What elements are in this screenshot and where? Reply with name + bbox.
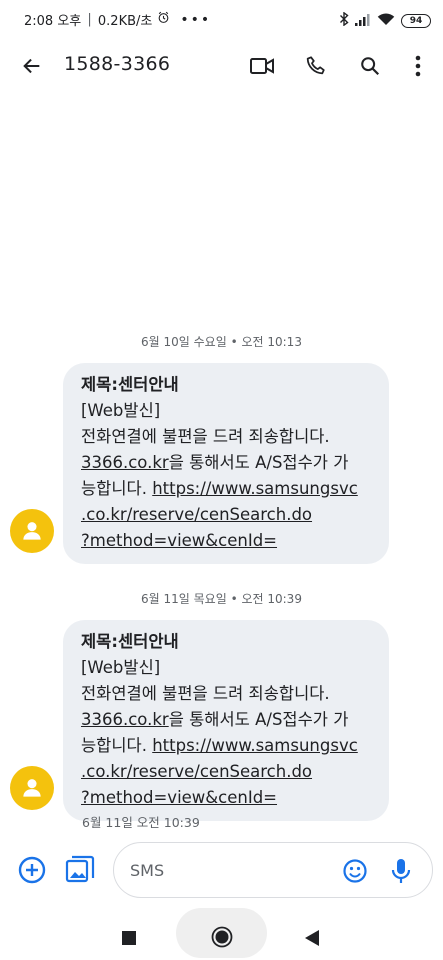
status-right: 94	[339, 11, 431, 30]
message-link[interactable]: .co.kr/reserve/cenSearch.do	[81, 759, 371, 785]
message-input-placeholder: SMS	[130, 861, 165, 880]
system-nav-bar	[0, 905, 443, 960]
message-bubble[interactable]: 제목:센터안내 [Web발신] 전화연결에 불편을 드려 죄송합니다. 3366…	[63, 620, 389, 821]
contact-avatar[interactable]	[10, 766, 54, 810]
message-text: 능합니다.	[81, 736, 153, 755]
compose-bar: SMS	[0, 840, 443, 900]
emoji-icon[interactable]	[339, 855, 371, 887]
message-link[interactable]: ?method=view&cenId=	[81, 528, 371, 554]
message-link[interactable]: ?method=view&cenId=	[81, 785, 371, 811]
message-subject: 제목:센터안내	[81, 632, 179, 651]
recents-button-icon[interactable]	[116, 925, 142, 951]
status-data-speed: 0.2KB/초	[97, 14, 153, 29]
message-link[interactable]: 3366.co.kr	[81, 453, 169, 472]
message-line: [Web발신]	[81, 401, 161, 420]
signal-icon	[355, 11, 371, 30]
alarm-icon	[157, 11, 170, 28]
status-bar: 2:08 오후 | 0.2KB/초 ••• 94	[0, 0, 443, 40]
battery-icon: 94	[401, 13, 431, 28]
contact-title: 1588-3366	[64, 53, 171, 75]
microphone-icon[interactable]	[385, 855, 417, 887]
message-line: [Web발신]	[81, 658, 161, 677]
more-vert-icon[interactable]	[403, 51, 433, 81]
message-subject: 제목:센터안내	[81, 375, 179, 394]
message-link[interactable]: .co.kr/reserve/cenSearch.do	[81, 502, 371, 528]
date-separator: 6월 10일 수요일 • 오전 10:13	[141, 335, 302, 349]
status-divider: |	[83, 12, 96, 27]
back-button-icon[interactable]	[299, 925, 325, 951]
home-button-icon[interactable]	[207, 922, 237, 952]
message-input[interactable]: SMS	[113, 842, 433, 898]
message-line: 전화연결에 불편을 드려 죄송합니다.	[81, 684, 330, 703]
message-line: 3366.co.kr을 통해서도 A/S접수가 가	[81, 707, 371, 733]
wifi-icon	[377, 11, 395, 30]
add-attachment-icon[interactable]	[16, 854, 48, 886]
bluetooth-icon	[339, 11, 349, 30]
message-timestamp: 6월 11일 오전 10:39	[82, 815, 200, 830]
gallery-icon[interactable]	[64, 854, 96, 886]
message-link[interactable]: https://www.samsungsvc	[152, 736, 358, 755]
message-text: 을 통해서도 A/S접수가 가	[168, 710, 349, 729]
message-line: 전화연결에 불편을 드려 죄송합니다.	[81, 427, 330, 446]
status-left: 2:08 오후 | 0.2KB/초 •••	[24, 10, 212, 30]
message-line: 3366.co.kr을 통해서도 A/S접수가 가	[81, 450, 371, 476]
message-bubble[interactable]: 제목:센터안내 [Web발신] 전화연결에 불편을 드려 죄송합니다. 3366…	[63, 363, 389, 564]
message-line: 능합니다. https://www.samsungsvc	[81, 476, 371, 502]
status-time: 2:08 오후	[24, 14, 82, 29]
message-link[interactable]: https://www.samsungsvc	[152, 479, 358, 498]
contact-avatar[interactable]	[10, 509, 54, 553]
back-arrow-icon[interactable]	[18, 52, 46, 80]
message-text: 능합니다.	[81, 479, 153, 498]
person-icon	[23, 522, 41, 540]
person-icon	[23, 779, 41, 797]
video-call-icon[interactable]	[247, 51, 277, 81]
phone-icon[interactable]	[301, 51, 331, 81]
message-line: 능합니다. https://www.samsungsvc	[81, 733, 371, 759]
date-separator: 6월 11일 목요일 • 오전 10:39	[141, 592, 302, 606]
search-icon[interactable]	[355, 51, 385, 81]
message-text: 을 통해서도 A/S접수가 가	[168, 453, 349, 472]
app-bar: 1588-3366	[0, 40, 443, 90]
message-link[interactable]: 3366.co.kr	[81, 710, 169, 729]
more-notifications-icon: •••	[180, 11, 212, 28]
